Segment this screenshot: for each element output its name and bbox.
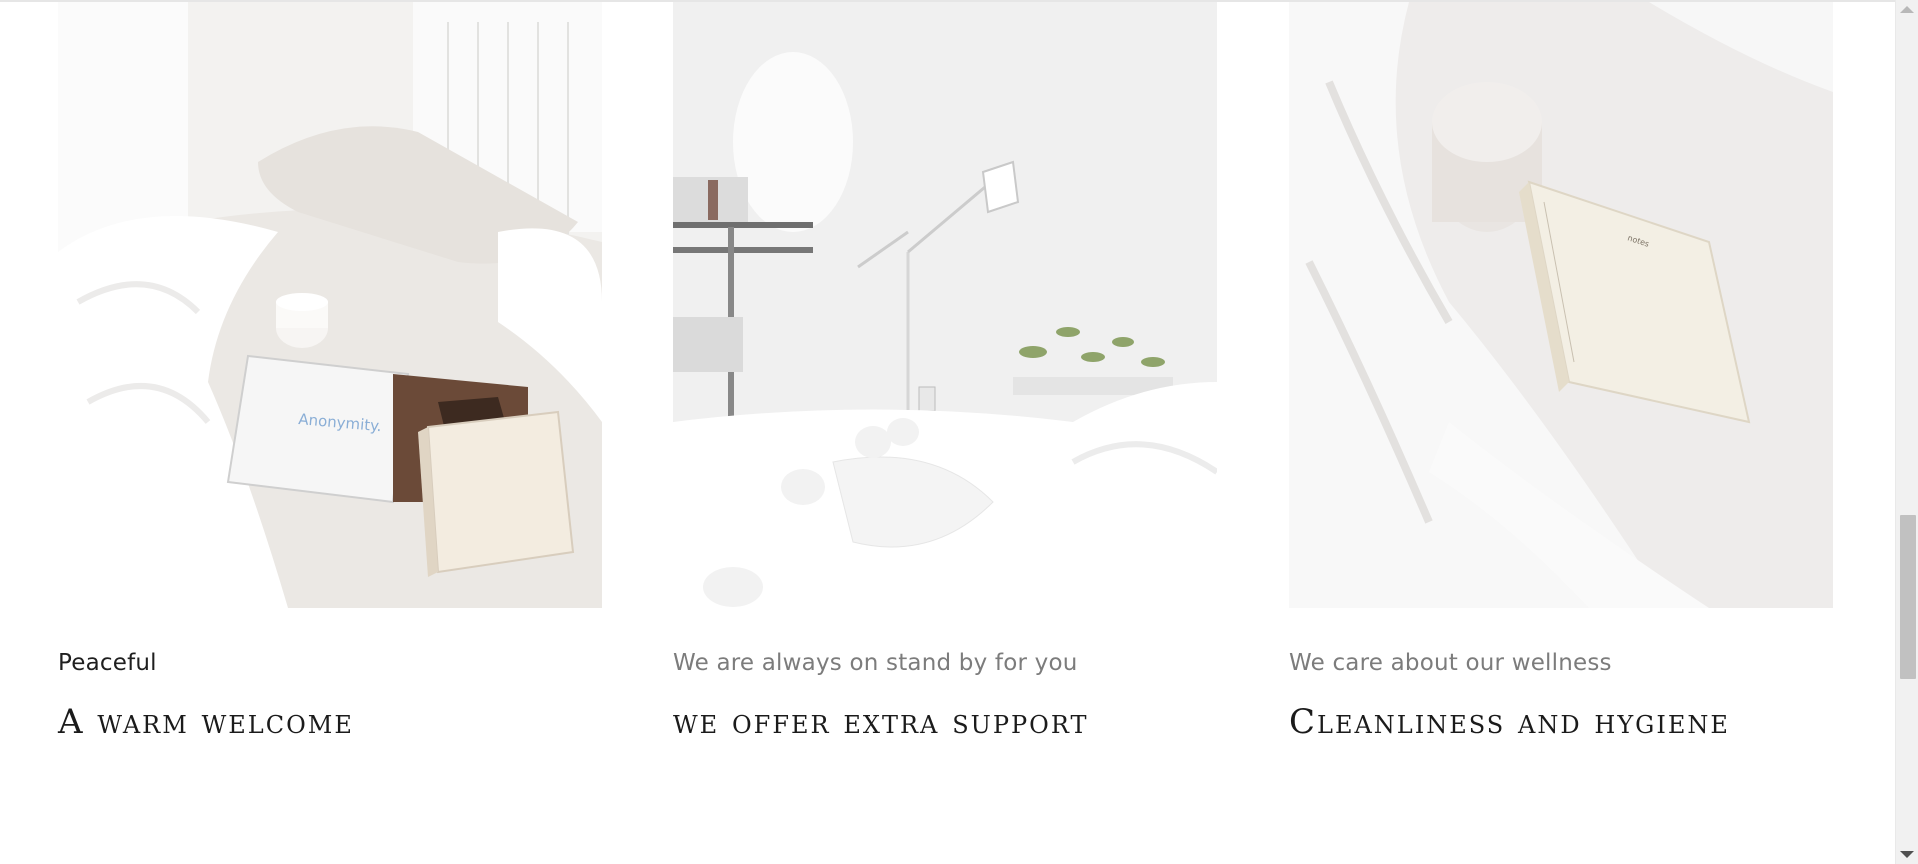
feature-card-support: We are always on stand by for you we off… (673, 2, 1217, 742)
card-heading: Cleanliness and hygiene (1289, 702, 1730, 742)
bed-with-magazine-image: Anonymity. (58, 2, 602, 608)
card-subtitle: We are always on stand by for you (673, 650, 1078, 676)
scroll-down-arrow-icon[interactable] (1900, 851, 1914, 858)
bedroom-with-lamp-icon (673, 2, 1217, 608)
feature-card-welcome: Anonymity. Peaceful A warm welcome (58, 2, 602, 742)
card-subtitle: Peaceful (58, 650, 157, 676)
card-subtitle: We care about our wellness (1289, 650, 1612, 676)
scroll-up-arrow-icon[interactable] (1900, 6, 1914, 13)
notebook-on-bed-icon: notes (1289, 2, 1833, 608)
feature-card-hygiene: notes We care about our wellness Cleanli… (1289, 2, 1833, 742)
bed-with-magazine-icon: Anonymity. (58, 2, 602, 608)
card-heading: we offer extra support (673, 702, 1089, 742)
page-scrollbar[interactable] (1895, 0, 1918, 864)
bedroom-with-lamp-image (673, 2, 1217, 608)
scrollbar-thumb[interactable] (1900, 515, 1916, 679)
notebook-on-bed-image: notes (1289, 2, 1833, 608)
card-heading: A warm welcome (58, 702, 354, 742)
